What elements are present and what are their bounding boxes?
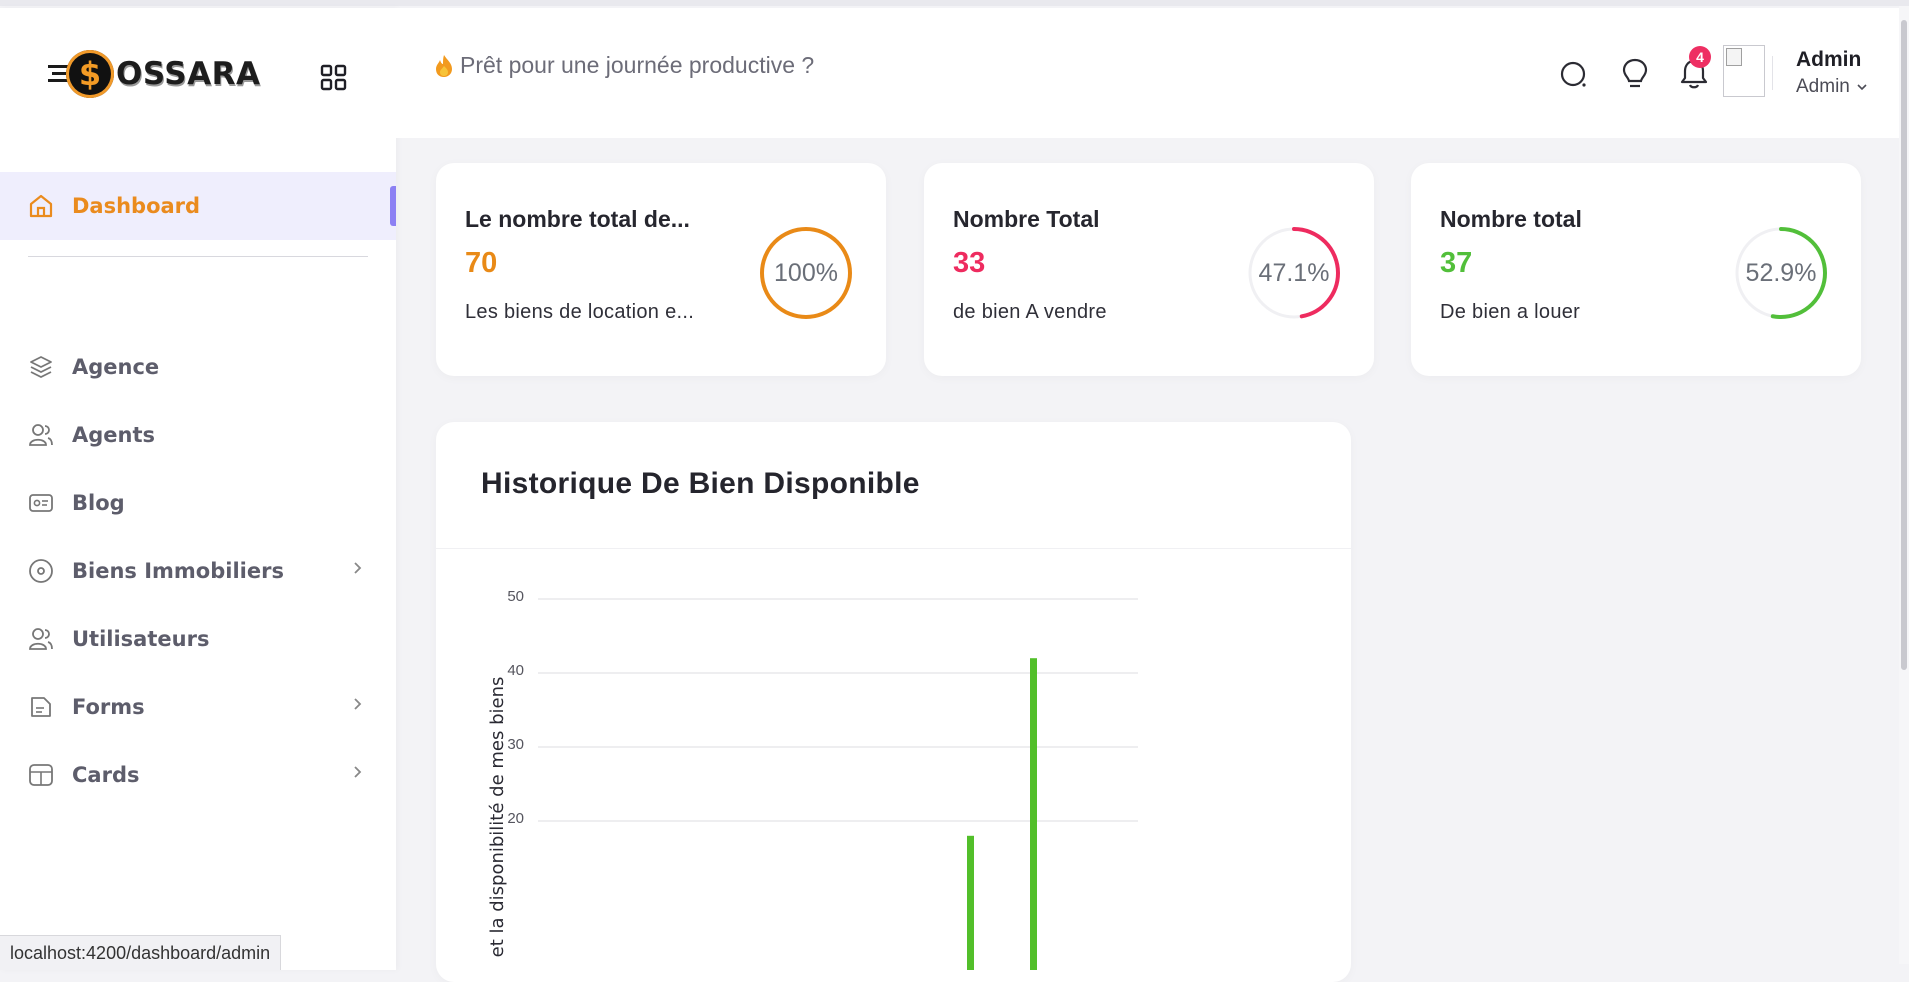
- sidebar-item-label: Agents: [72, 423, 156, 447]
- greeting: Prêt pour une journée productive ?: [434, 52, 814, 79]
- y-tick-label: 50: [507, 588, 524, 605]
- sidebar-item-cards[interactable]: Cards: [0, 741, 396, 809]
- sidebar-item-biens-immobiliers[interactable]: Biens Immobiliers: [0, 537, 396, 605]
- chevron-right-icon: [354, 766, 362, 778]
- top-header: Prêt pour une journée productive ? 4 Adm…: [396, 8, 1899, 138]
- stat-title: Le nombre total de...: [465, 206, 690, 232]
- y-tick-label: 30: [507, 736, 524, 753]
- disc-icon: [28, 558, 54, 584]
- stat-value: 33: [953, 247, 986, 279]
- progress-ring-label: 47.1%: [1258, 258, 1330, 287]
- y-tick-label: 40: [507, 662, 524, 679]
- bar-chart: 20 30 40 50 et la disponibilité de mes biens: [487, 588, 1138, 970]
- sidebar-item-label: Utilisateurs: [72, 627, 210, 651]
- chevron-right-icon: [354, 698, 362, 710]
- sidebar-item-forms[interactable]: Forms: [0, 673, 396, 741]
- sidebar-item-dashboard[interactable]: Dashboard: [0, 172, 396, 240]
- y-axis-label: et la disponibilité de mes biens: [487, 677, 508, 958]
- stat-title: Nombre total: [1440, 206, 1582, 232]
- progress-ring-label: 52.9%: [1745, 258, 1817, 287]
- bar[interactable]: [1030, 658, 1037, 970]
- scrollbar-thumb[interactable]: [1901, 20, 1907, 670]
- chevron-right-icon: [354, 562, 362, 574]
- user-role: Admin: [1796, 76, 1850, 97]
- stat-description: Les biens de location e...: [465, 301, 695, 323]
- brand-name: OSSARA: [116, 56, 261, 92]
- avatar[interactable]: [1723, 45, 1765, 97]
- home-icon: [28, 193, 54, 219]
- broken-image-icon: [1726, 48, 1742, 66]
- stat-description: De bien a louer: [1440, 301, 1581, 323]
- sidebar-item-label: Dashboard: [72, 194, 201, 218]
- user-role-dropdown[interactable]: Admin: [1796, 76, 1869, 98]
- user-name: Admin: [1796, 48, 1862, 71]
- sidebar-item-label: Biens Immobiliers: [72, 559, 284, 583]
- sidebar-menu: Dashboard Agence Agents Blog Biens Immob…: [0, 172, 396, 809]
- chart-card: Historique De Bien Disponible 20 30 40 50 et…: [436, 422, 1351, 982]
- sidebar-item-label: Forms: [72, 695, 145, 719]
- users-icon: [28, 422, 54, 448]
- users-icon: [28, 626, 54, 652]
- header-divider: [1772, 56, 1773, 90]
- y-tick-label: 20: [507, 810, 524, 827]
- coin-icon: $: [66, 50, 114, 98]
- layers-icon: [28, 354, 54, 380]
- sidebar-item-label: Cards: [72, 763, 140, 787]
- logo-area: $ OSSARA: [0, 8, 396, 140]
- sidebar-item-agents[interactable]: Agents: [0, 401, 396, 469]
- stat-card-for-rent: Nombre total 37 De bien a louer 52.9%: [1411, 163, 1861, 376]
- layout-icon: [28, 762, 54, 788]
- stat-title: Nombre Total: [953, 206, 1100, 232]
- sidebar-item-blog[interactable]: Blog: [0, 469, 396, 537]
- stat-description: de bien A vendre: [953, 301, 1107, 323]
- greeting-text: Prêt pour une journée productive ?: [460, 52, 815, 78]
- chevron-down-icon: [1857, 84, 1867, 91]
- id-card-icon: [28, 490, 54, 516]
- browser-top-edge: [0, 0, 1909, 6]
- stat-value: 37: [1440, 247, 1473, 279]
- status-bar-url: localhost:4200/dashboard/admin: [0, 935, 282, 970]
- sidebar-divider: [28, 256, 368, 257]
- grid-menu-icon[interactable]: [320, 64, 348, 92]
- fire-icon: [436, 54, 452, 77]
- notification-badge: 4: [1689, 46, 1711, 68]
- bar[interactable]: [967, 835, 974, 970]
- stat-card-total: Le nombre total de... 70 Les biens de lo…: [436, 163, 886, 376]
- progress-ring-label: 100%: [774, 258, 838, 287]
- lightbulb-icon[interactable]: [1618, 56, 1652, 92]
- sidebar-item-agence[interactable]: Agence: [0, 333, 396, 401]
- search-icon[interactable]: [1558, 56, 1592, 92]
- sidebar-item-utilisateurs[interactable]: Utilisateurs: [0, 605, 396, 673]
- sidebar-item-label: Agence: [72, 355, 160, 379]
- page-scrollbar[interactable]: [1899, 6, 1909, 964]
- brand-logo[interactable]: $ OSSARA: [48, 50, 260, 98]
- coin-symbol: $: [78, 55, 102, 93]
- stat-value: 70: [465, 247, 498, 279]
- file-icon: [28, 694, 54, 720]
- sidebar: $ OSSARA Dashboard Agence Agents Blog Bi…: [0, 8, 396, 970]
- stat-card-for-sale: Nombre Total 33 de bien A vendre 47.1%: [924, 163, 1374, 376]
- sidebar-item-label: Blog: [72, 491, 125, 515]
